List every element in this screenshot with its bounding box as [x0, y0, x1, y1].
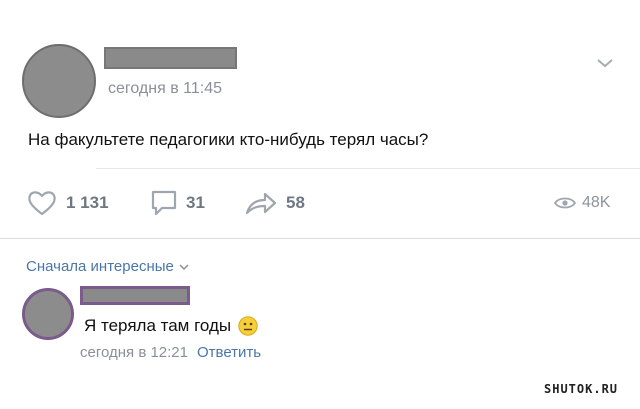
eye-icon	[554, 197, 576, 209]
comment-icon	[151, 190, 177, 216]
comment-timestamp[interactable]: сегодня в 12:21	[80, 344, 188, 361]
like-count: 1 131	[66, 193, 109, 212]
comment-meta: сегодня в 12:21 Ответить	[80, 344, 261, 361]
reply-link[interactable]: Ответить	[197, 344, 261, 361]
comment-text-row: Я теряла там годы	[84, 316, 258, 336]
chevron-down-icon	[179, 263, 189, 270]
heart-icon	[28, 191, 56, 216]
share-button[interactable]: 58	[244, 188, 305, 218]
comment-button[interactable]: 31	[150, 188, 205, 218]
comments-sort-dropdown[interactable]: Сначала интересные	[26, 258, 189, 275]
chevron-down-icon[interactable]	[595, 56, 615, 70]
like-button[interactable]: 1 131	[26, 188, 109, 218]
post-timestamp[interactable]: сегодня в 11:45	[108, 80, 222, 98]
views-counter: 48K	[554, 188, 610, 218]
comment-count: 31	[186, 193, 205, 212]
comment-author-name-redacted[interactable]	[80, 286, 190, 305]
post-author-name-redacted[interactable]	[104, 47, 237, 69]
sort-label: Сначала интересные	[26, 258, 174, 275]
divider	[0, 238, 640, 239]
post-text: На факультете педагогики кто-нибудь теря…	[28, 130, 429, 149]
post-author-avatar[interactable]	[22, 44, 96, 118]
share-arrow-icon	[245, 192, 277, 215]
comment-author-avatar[interactable]	[22, 288, 74, 340]
share-count: 58	[286, 193, 305, 212]
comment-text: Я теряла там годы	[84, 316, 232, 335]
divider	[96, 168, 640, 169]
neutral-face-emoji-icon	[238, 316, 258, 336]
watermark: SHUTOK.RU	[544, 382, 619, 396]
views-count: 48K	[582, 194, 611, 211]
